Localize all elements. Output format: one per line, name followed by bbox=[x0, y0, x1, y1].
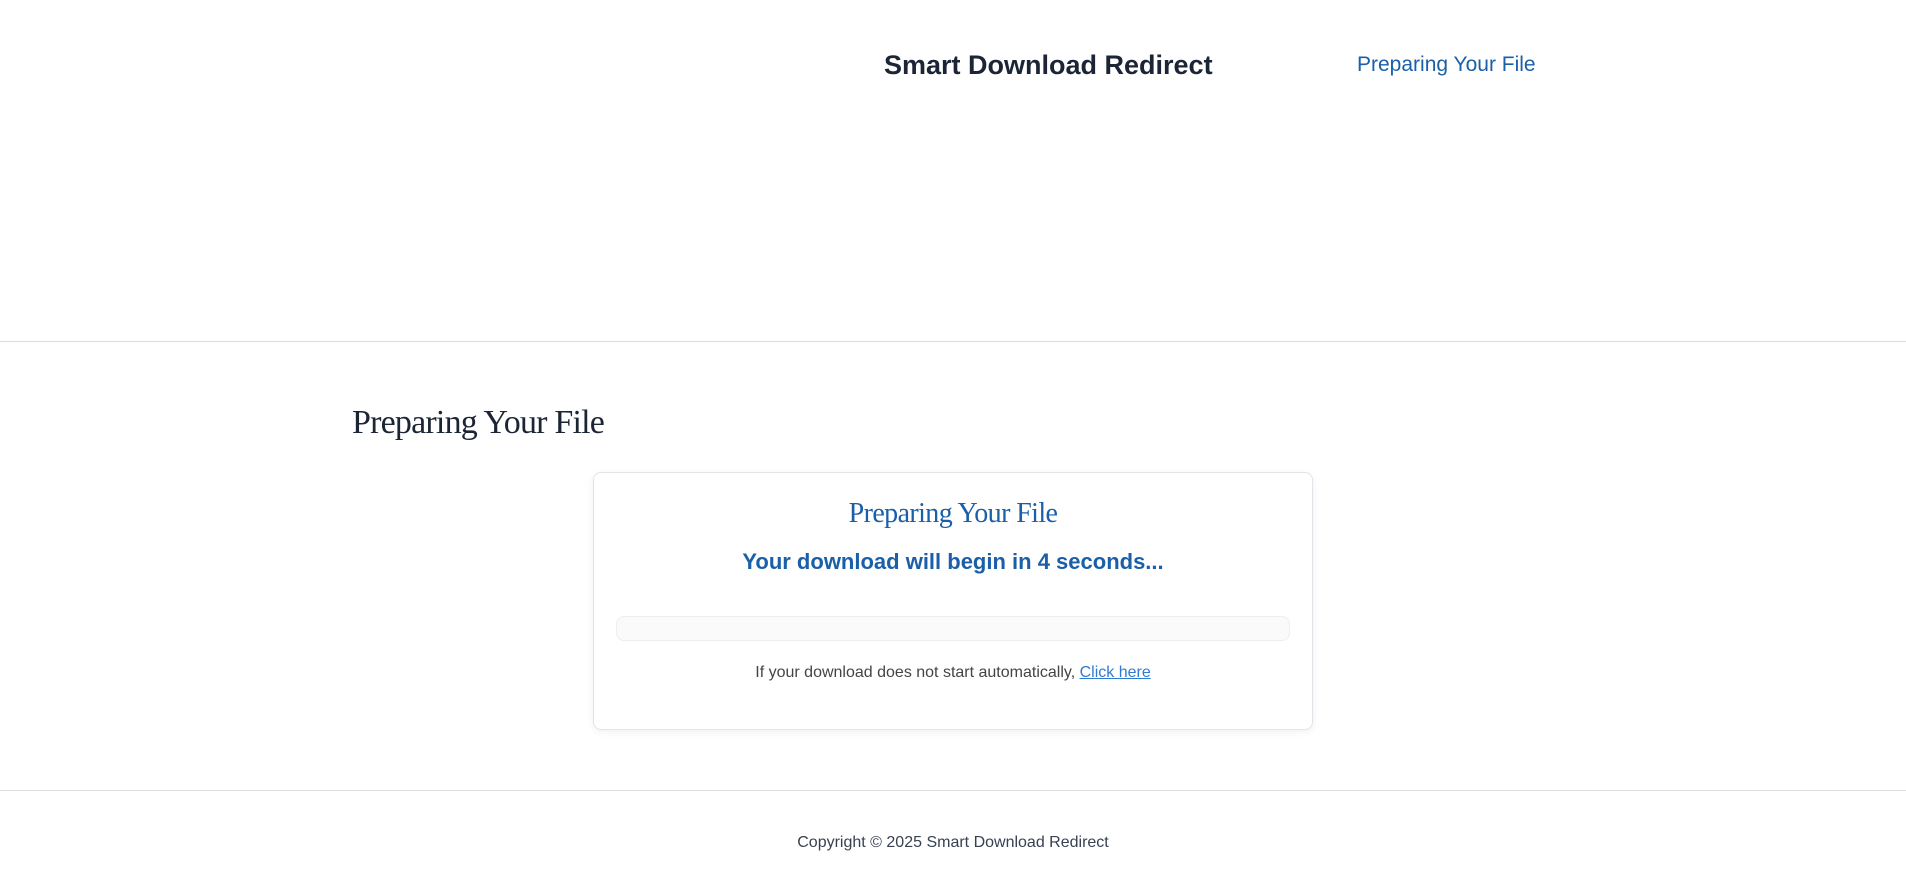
fallback-text: If your download does not start automati… bbox=[755, 664, 1080, 681]
copyright-text: Copyright © 2025 Smart Download Redirect bbox=[797, 834, 1109, 851]
site-header: Smart Download Redirect Preparing Your F… bbox=[0, 0, 1906, 342]
site-footer: Copyright © 2025 Smart Download Redirect bbox=[0, 790, 1906, 891]
download-card: Preparing Your File Your download will b… bbox=[593, 472, 1313, 730]
site-title[interactable]: Smart Download Redirect bbox=[884, 47, 1213, 83]
nav-link-preparing-your-file[interactable]: Preparing Your File bbox=[1357, 50, 1536, 80]
page-title: Preparing Your File bbox=[352, 404, 605, 441]
download-progress-bar bbox=[616, 616, 1290, 641]
fallback-message: If your download does not start automati… bbox=[594, 661, 1312, 685]
card-title: Preparing Your File bbox=[848, 498, 1058, 529]
click-here-link[interactable]: Click here bbox=[1080, 664, 1151, 681]
countdown-message: Your download will begin in 4 seconds... bbox=[742, 549, 1164, 574]
